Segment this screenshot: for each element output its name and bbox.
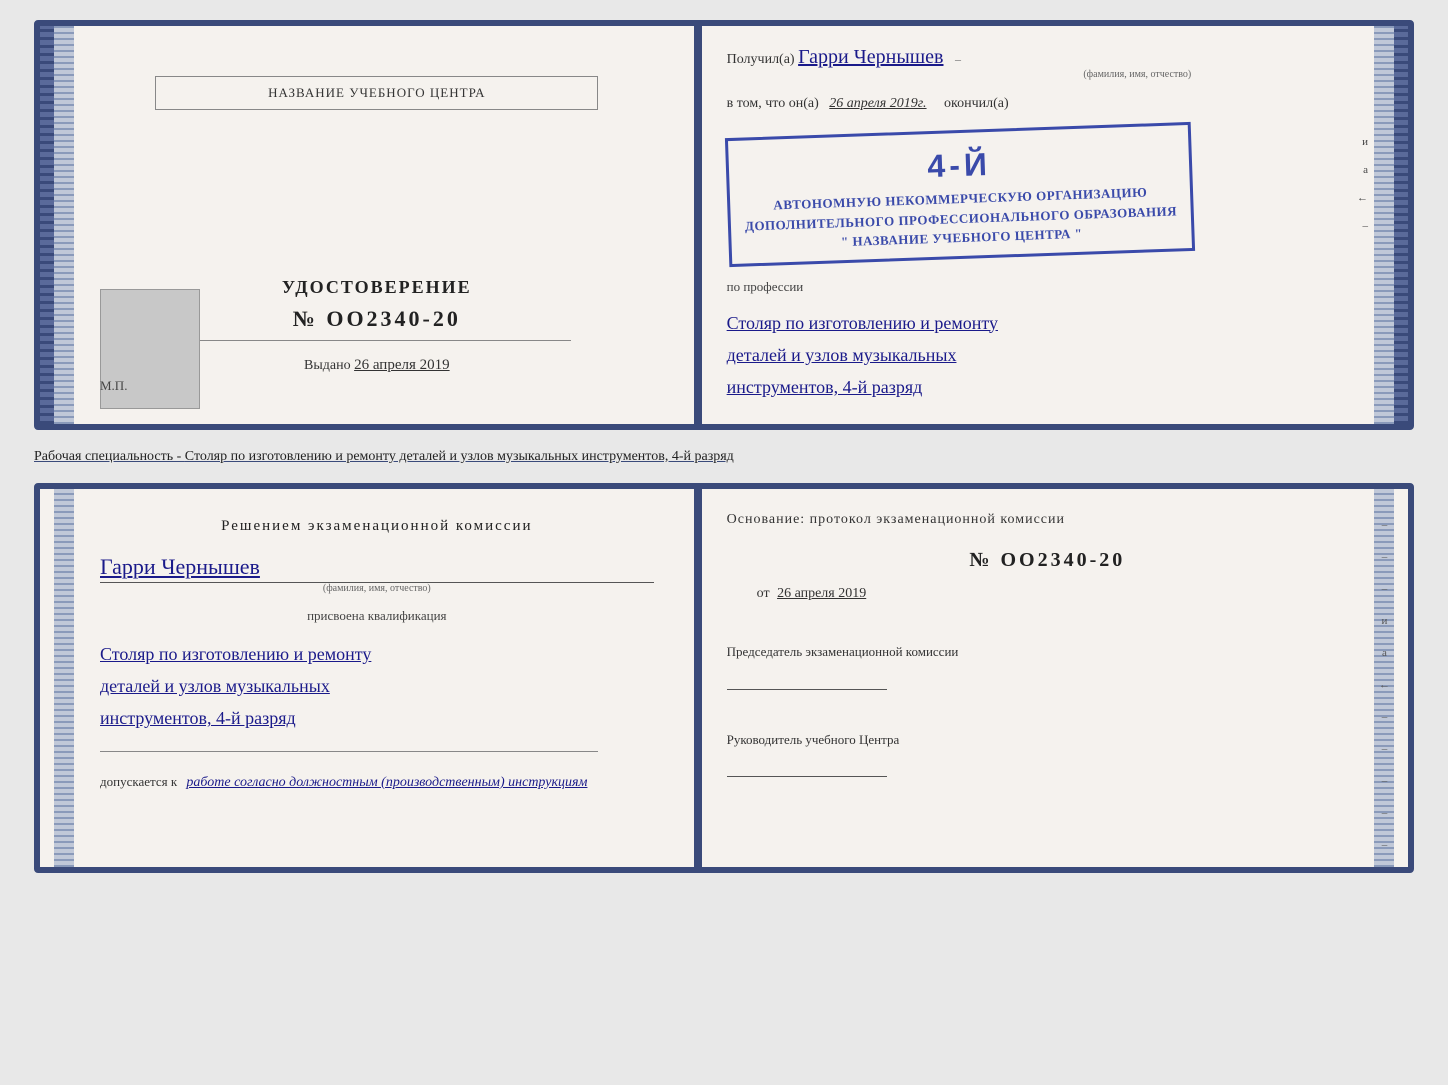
profession-text: Столяр по изготовлению и ремонту деталей… bbox=[727, 307, 1368, 404]
chairman-label: Председатель экзаменационной комиссии bbox=[727, 642, 1368, 662]
allowed-label: допускается к работе согласно должностны… bbox=[100, 774, 654, 791]
bottom-person-name: Гарри Чернышев bbox=[100, 554, 260, 579]
profession-label: по профессии bbox=[727, 279, 1368, 295]
vert-r-arrow: ← bbox=[1379, 679, 1390, 691]
profession-line3: инструментов, 4-й разряд bbox=[727, 371, 1368, 403]
received-label: Получил(а) bbox=[727, 52, 795, 67]
protocol-number: № OO2340-20 bbox=[727, 549, 1368, 572]
bottom-doc-left-panel: Решением экзаменационной комиссии Гарри … bbox=[40, 489, 697, 867]
issued-line: Выдано 26 апреля 2019 bbox=[304, 357, 450, 374]
vert-dash1: – bbox=[1362, 220, 1368, 232]
vert-a: а bbox=[1363, 164, 1368, 176]
bottom-doc-right-panel: Основание: протокол экзаменационной коми… bbox=[697, 489, 1408, 867]
received-line: Получил(а) Гарри Чернышев – (фамилия, им… bbox=[727, 46, 1368, 80]
date-value: 26 апреля 2019г. bbox=[829, 96, 926, 111]
decision-title: Решением экзаменационной комиссии bbox=[100, 514, 654, 538]
issued-date: 26 апреля 2019 bbox=[354, 357, 450, 373]
finished-label: окончил(а) bbox=[944, 96, 1009, 111]
basis-title: Основание: протокол экзаменационной коми… bbox=[727, 509, 1368, 531]
from-date-value: 26 апреля 2019 bbox=[777, 586, 866, 601]
vert-r-dash3: – bbox=[1382, 583, 1388, 595]
name-subtitle-top: (фамилия, имя, отчество) bbox=[907, 69, 1368, 80]
profession-line1: Столяр по изготовлению и ремонту bbox=[727, 307, 1368, 339]
vert-r-dash2: – bbox=[1382, 551, 1388, 563]
from-label: от bbox=[757, 586, 770, 601]
top-doc-right-panel: Получил(а) Гарри Чернышев – (фамилия, им… bbox=[697, 26, 1408, 424]
allowed-prefix: допускается к bbox=[100, 774, 177, 789]
diploma-caption: Рабочая специальность - Столяр по изгото… bbox=[34, 446, 1414, 467]
vert-r-dash8: – bbox=[1382, 839, 1388, 851]
assigned-label: присвоена квалификация bbox=[100, 608, 654, 624]
vert-r-i: и bbox=[1382, 615, 1388, 627]
top-document: НАЗВАНИЕ УЧЕБНОГО ЦЕНТРА УДОСТОВЕРЕНИЕ №… bbox=[34, 20, 1414, 430]
stamp-block: 4-й АВТОНОМНУЮ НЕКОММЕРЧЕСКУЮ ОРГАНИЗАЦИ… bbox=[725, 122, 1196, 267]
in-that-label: в том, что он(а) bbox=[727, 96, 819, 111]
vert-r-a: а bbox=[1382, 647, 1387, 659]
vert-r-dash1: – bbox=[1382, 519, 1388, 531]
caption-plain: Рабочая специальность - bbox=[34, 449, 185, 464]
issued-label: Выдано bbox=[304, 358, 351, 373]
vert-i: и bbox=[1362, 136, 1368, 148]
bottom-qualification: Столяр по изготовлению и ремонту деталей… bbox=[100, 638, 654, 735]
vert-arrow: ← bbox=[1357, 192, 1368, 204]
vert-r-dash5: – bbox=[1382, 743, 1388, 755]
director-label: Руководитель учебного Центра bbox=[727, 730, 1368, 750]
allowed-value: работе согласно должностным (производств… bbox=[186, 775, 587, 790]
mp-label: М.П. bbox=[100, 378, 127, 394]
name-dash: – bbox=[955, 52, 961, 66]
from-date-line: от 26 апреля 2019 bbox=[757, 586, 1368, 602]
qual-line2: деталей и узлов музыкальных bbox=[100, 670, 654, 702]
cert-title: УДОСТОВЕРЕНИЕ bbox=[282, 277, 472, 298]
vert-r-dash6: – bbox=[1382, 775, 1388, 787]
vert-r-dash7: – bbox=[1382, 807, 1388, 819]
vert-r-dash4: – bbox=[1382, 711, 1388, 723]
in-that-line: в том, что он(а) 26 апреля 2019г. окончи… bbox=[727, 96, 1368, 112]
top-doc-left-panel: НАЗВАНИЕ УЧЕБНОГО ЦЕНТРА УДОСТОВЕРЕНИЕ №… bbox=[40, 26, 697, 424]
profession-line2: деталей и узлов музыкальных bbox=[727, 339, 1368, 371]
cert-number: № OO2340-20 bbox=[293, 306, 461, 332]
recipient-name: Гарри Чернышев bbox=[798, 46, 943, 68]
qual-line1: Столяр по изготовлению и ремонту bbox=[100, 638, 654, 670]
caption-underline: Столяр по изготовлению и ремонту деталей… bbox=[185, 449, 734, 464]
bottom-name-subtitle: (фамилия, имя, отчество) bbox=[100, 583, 654, 594]
bottom-document: Решением экзаменационной комиссии Гарри … bbox=[34, 483, 1414, 873]
qual-line3: инструментов, 4-й разряд bbox=[100, 702, 654, 734]
org-name-box: НАЗВАНИЕ УЧЕБНОГО ЦЕНТРА bbox=[155, 76, 598, 110]
